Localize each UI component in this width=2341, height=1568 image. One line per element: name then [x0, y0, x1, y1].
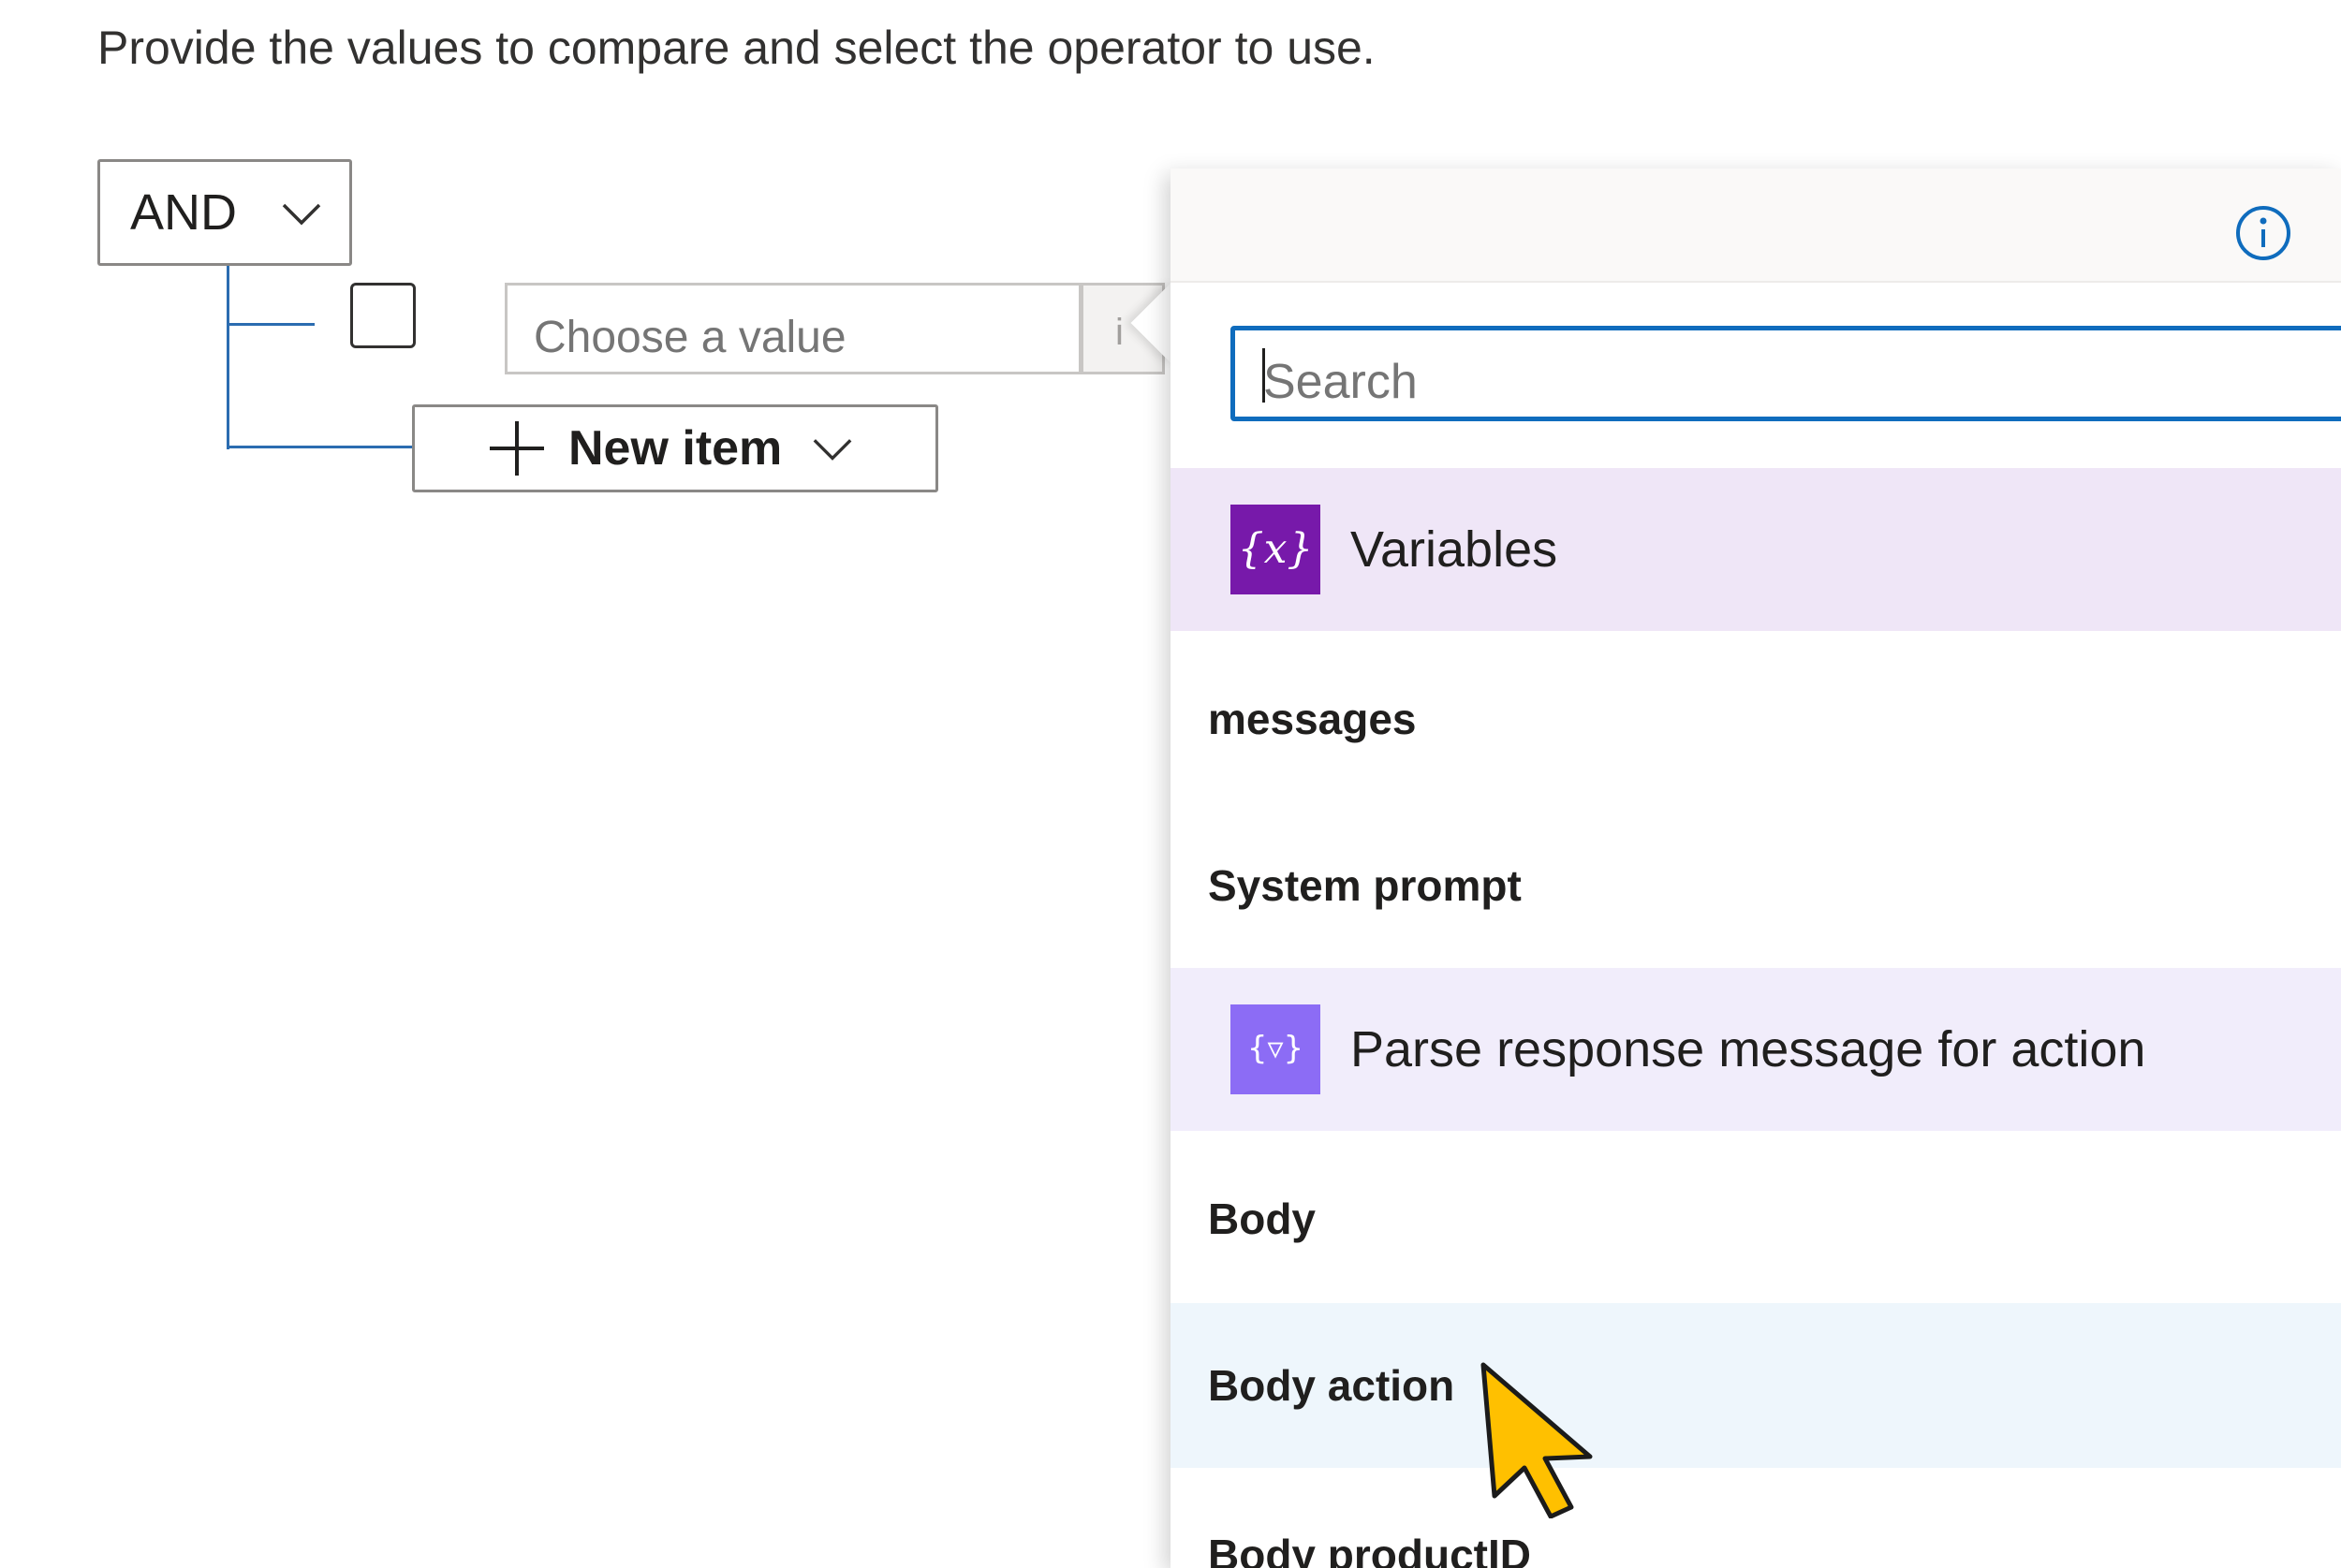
tree-branch — [227, 323, 315, 326]
choose-value-input[interactable] — [505, 283, 1082, 374]
list-item-hovered[interactable]: Body action — [1170, 1303, 2341, 1468]
text-caret — [1262, 348, 1265, 403]
section-header-parse-response[interactable]: {▿} Parse response message for action — [1170, 968, 2341, 1131]
new-item-label: New item — [568, 421, 783, 476]
flyout-header — [1170, 169, 2341, 283]
list-item[interactable]: messages — [1170, 637, 2341, 801]
variables-icon: {x} — [1230, 505, 1320, 594]
group-operator-label: AND — [130, 184, 238, 241]
list-item-label: System prompt — [1208, 861, 1522, 910]
list-item-label: Body productID — [1208, 1531, 1531, 1568]
row-select-checkbox[interactable] — [350, 283, 416, 348]
list-item-label: Body action — [1208, 1361, 1455, 1410]
info-icon[interactable] — [2234, 204, 2292, 262]
plus-icon — [490, 421, 544, 476]
new-item-button[interactable]: New item — [412, 404, 938, 492]
chevron-down-icon — [282, 203, 321, 226]
svg-text:{▿}: {▿} — [1247, 1030, 1303, 1067]
list-item-label: messages — [1208, 695, 1417, 743]
dynamic-content-search-input[interactable] — [1230, 326, 2341, 421]
tree-branch — [227, 446, 414, 448]
tree-connector — [227, 266, 229, 449]
mouse-pointer-icon — [1480, 1362, 1593, 1518]
chevron-down-icon — [813, 439, 852, 461]
list-item-label: Body — [1208, 1194, 1316, 1243]
condition-editor: Provide the values to compare and select… — [0, 0, 2341, 1568]
svg-text:{x}: {x} — [1238, 525, 1314, 573]
list-item[interactable]: Body productID — [1170, 1472, 2341, 1568]
instruction-text: Provide the values to compare and select… — [97, 22, 1376, 74]
list-item[interactable]: System prompt — [1170, 803, 2341, 968]
section-title: Parse response message for action — [1350, 1021, 2146, 1077]
section-header-variables[interactable]: {x} Variables — [1170, 468, 2341, 631]
parse-json-icon: {▿} — [1230, 1004, 1320, 1094]
group-operator-dropdown[interactable]: AND — [97, 159, 352, 266]
section-title: Variables — [1350, 521, 1558, 578]
list-item[interactable]: Body — [1170, 1136, 2341, 1301]
